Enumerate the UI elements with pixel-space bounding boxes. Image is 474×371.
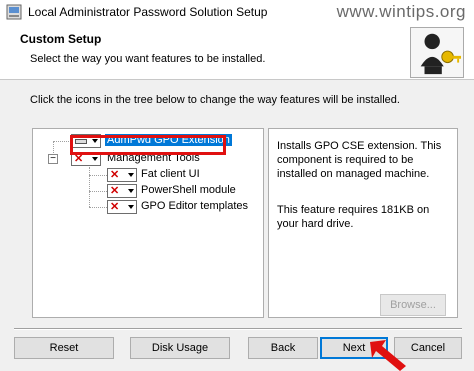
installer-app-icon [6,4,22,20]
tree-connector [89,191,107,192]
divider [14,328,462,330]
feature-state-button-gpo-templates[interactable]: ✕ [107,200,137,214]
window-title: Local Administrator Password Solution Se… [28,5,268,19]
tree-connector [89,207,107,208]
user-key-logo-icon [410,27,464,78]
tree-connector [89,167,90,207]
dropdown-arrow-icon [128,189,134,193]
highlight-annotation-box [70,135,226,155]
watermark-text: www.wintips.org [336,2,466,21]
feature-state-button-fat-client[interactable]: ✕ [107,168,137,182]
disk-usage-button[interactable]: Disk Usage [130,337,230,359]
feature-description: Installs GPO CSE extension. This compone… [277,140,442,180]
setup-window: Local Administrator Password Solution Se… [0,0,474,371]
header-banner: Custom Setup Select the way you want fea… [0,24,474,80]
tree-connector [53,141,71,142]
reset-button[interactable]: Reset [14,337,114,359]
tree-item-powershell-module[interactable]: PowerShell module [141,184,236,196]
feature-state-button-powershell[interactable]: ✕ [107,184,137,198]
x-icon: ✕ [110,185,120,197]
feature-description-panel: Installs GPO CSE extension. This compone… [268,128,458,318]
browse-button[interactable]: Browse... [380,294,446,316]
dropdown-arrow-icon [92,157,98,161]
tree-connector [89,175,107,176]
x-icon: ✕ [110,201,120,213]
page-title: Custom Setup [20,32,102,46]
feature-size-requirement: This feature requires 181KB on your hard… [277,204,430,230]
tree-item-gpo-editor-templates[interactable]: GPO Editor templates [141,200,248,212]
feature-tree[interactable]: − AdmPwd GPO Extension ✕ Management Tool… [32,128,264,318]
dropdown-arrow-icon [128,173,134,177]
tree-item-fat-client-ui[interactable]: Fat client UI [141,168,200,180]
annotation-arrow-icon [370,340,406,371]
x-icon: ✕ [110,169,120,181]
page-subtitle: Select the way you want features to be i… [30,53,266,65]
instructions-text: Click the icons in the tree below to cha… [30,94,400,106]
title-bar: Local Administrator Password Solution Se… [0,0,474,24]
tree-expander[interactable]: − [48,154,58,164]
dropdown-arrow-icon [128,205,134,209]
back-button[interactable]: Back [248,337,318,359]
